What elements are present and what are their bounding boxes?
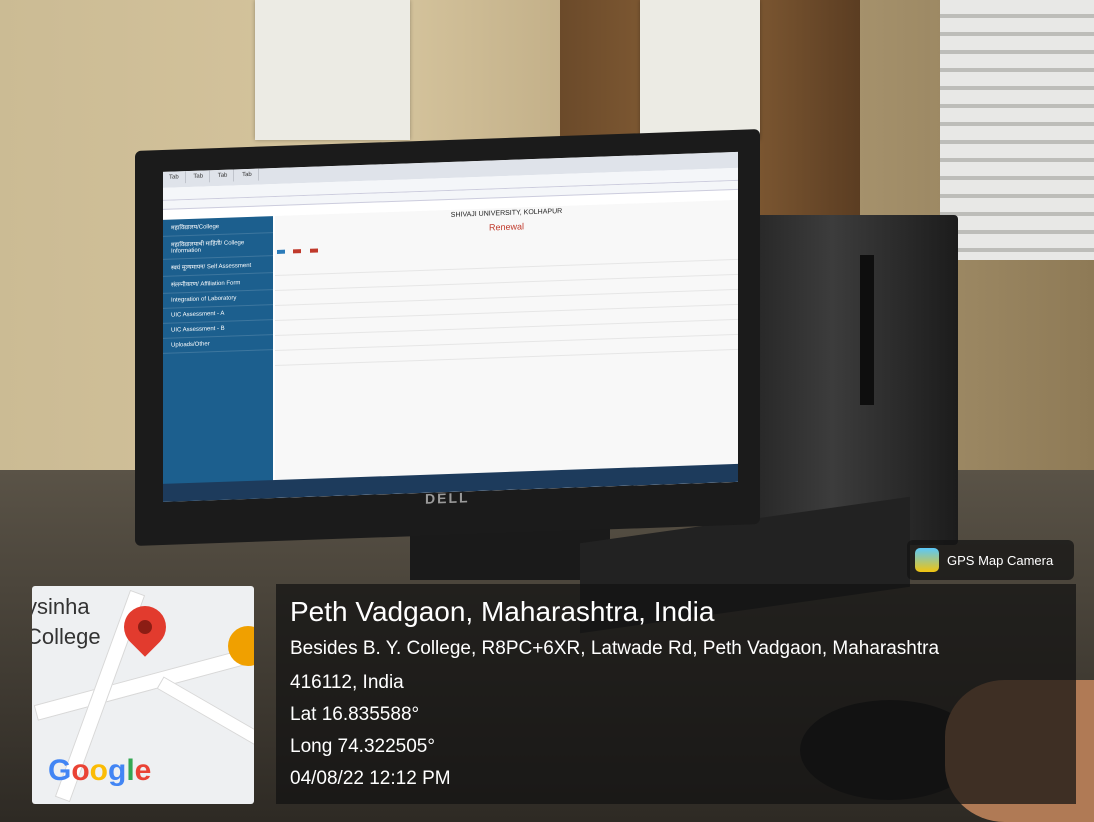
- location-city: Peth Vadgaon, Maharashtra, India: [290, 596, 715, 627]
- optical-drive: [860, 255, 874, 405]
- action-button[interactable]: [293, 249, 302, 254]
- window-blinds: [940, 0, 1094, 260]
- gps-camera-icon: [915, 548, 939, 572]
- map-road: [156, 676, 254, 750]
- gps-camera-badge: GPS Map Camera: [907, 540, 1074, 580]
- map-label: College: [32, 624, 101, 649]
- browser-tab[interactable]: Tab: [211, 169, 235, 183]
- location-overlay: Peth Vadgaon, Maharashtra, India Besides…: [276, 584, 1076, 804]
- wall-notice: [255, 0, 410, 140]
- photo-scene: Tab Tab Tab Tab महाविद्यालय/College महावि…: [0, 0, 1094, 822]
- action-button[interactable]: [309, 248, 318, 253]
- wall-notice: [640, 0, 760, 140]
- sidebar: महाविद्यालय/College महाविद्यालयाची माहिती…: [163, 216, 273, 502]
- browser-tab[interactable]: Tab: [236, 168, 259, 182]
- page-content: SHIVAJI UNIVERSITY, KOLHAPUR Renewal: [275, 199, 738, 499]
- map-label: ysinha: [32, 594, 90, 619]
- desktop-tower: [748, 215, 958, 545]
- monitor-brand: DELL: [425, 489, 470, 507]
- location-address-line2: 416112, India: [290, 672, 404, 693]
- monitor: Tab Tab Tab Tab महाविद्यालय/College महावि…: [135, 129, 760, 546]
- sidebar-item[interactable]: Uploads/Other: [163, 335, 273, 354]
- location-address-line1: Besides B. Y. College, R8PC+6XR, Latwade…: [290, 638, 940, 659]
- location-latitude: Lat 16.835588°: [290, 704, 420, 725]
- location-map: ysinha College Google: [32, 586, 254, 804]
- location-datetime: 04/08/22 12:12 PM: [290, 768, 451, 789]
- action-button[interactable]: [277, 249, 285, 254]
- google-logo: Google: [48, 754, 152, 787]
- monitor-screen: Tab Tab Tab Tab महाविद्यालय/College महावि…: [163, 151, 738, 502]
- badge-label: GPS Map Camera: [947, 552, 1054, 568]
- browser-tab[interactable]: Tab: [163, 171, 186, 184]
- location-longitude: Long 74.322505°: [290, 736, 435, 757]
- browser-tab[interactable]: Tab: [187, 170, 211, 184]
